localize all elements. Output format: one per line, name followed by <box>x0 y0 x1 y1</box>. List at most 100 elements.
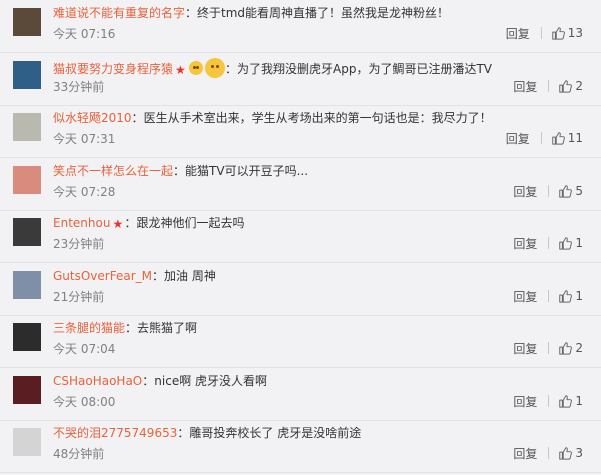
colon-separator: ： <box>124 216 137 230</box>
colon-separator: ： <box>185 6 198 20</box>
comment-actions: 回复 1 <box>513 288 583 304</box>
divider <box>540 27 542 39</box>
comment-item: 似水轻飏2010：医生从手术室出来，学生从考场出来的第一句话也是：我尽力了！ 今天… <box>0 105 601 158</box>
comment-line: 不哭的泪2775749653：雕哥投奔校长了 虎牙是没啥前途 <box>53 425 591 441</box>
comment-text: 能猫TV可以开豆子吗... <box>185 164 309 178</box>
thumbs-up-icon <box>558 394 575 408</box>
comment-line: 难道说不能有重复的名字：终于tmd能看周神直播了！虽然我是龙神粉丝！ <box>53 5 591 21</box>
avatar-image <box>13 376 41 404</box>
user-avatar[interactable] <box>13 428 41 456</box>
username-link[interactable]: 三条腿的猫能 <box>53 321 125 335</box>
reply-button[interactable]: 回复 <box>513 183 537 200</box>
user-avatar[interactable] <box>13 113 41 141</box>
divider <box>548 447 550 459</box>
user-avatar[interactable] <box>13 271 41 299</box>
divider <box>548 290 550 302</box>
comment-item: Entenhou ★：跟龙神他们一起去吗 23分钟前 回复 1 <box>0 210 601 263</box>
colon-separator: ： <box>142 374 155 388</box>
comment-line: CSHaoHaoHaO：nice啊 虎牙没人看啊 <box>53 373 591 389</box>
username-link[interactable]: 难道说不能有重复的名字 <box>53 6 185 20</box>
username-link[interactable]: CSHaoHaoHaO <box>53 374 142 388</box>
comment-text: 终于tmd能看周神直播了！虽然我是龙神粉丝！ <box>197 6 450 20</box>
comment-time: 今天 07:28 <box>53 185 116 199</box>
like-button[interactable]: 2 <box>558 79 583 93</box>
face-emoticon-big <box>205 58 226 78</box>
username-link[interactable]: 笑点不一样怎么在一起 <box>53 164 173 178</box>
comment-item: 猫叔要努力变身程序猿 ★ ：为了我翔没删虎牙App，为了鲷哥已注册潘达TV 33分钟前… <box>0 53 601 106</box>
like-button[interactable]: 11 <box>551 131 583 145</box>
comment-time: 今天 08:00 <box>53 395 116 409</box>
thumbs-up-icon <box>558 236 575 250</box>
comment-time: 21分钟前 <box>53 290 105 304</box>
like-count: 1 <box>575 394 583 408</box>
comment-actions: 回复 5 <box>513 183 583 199</box>
reply-button[interactable]: 回复 <box>506 130 530 147</box>
comment-line: 三条腿的猫能：去熊猫了啊 <box>53 320 591 336</box>
username-link[interactable]: 不哭的泪2775749653 <box>53 426 177 440</box>
comment-time: 48分钟前 <box>53 447 105 461</box>
like-button[interactable]: 3 <box>558 446 583 460</box>
comment-actions: 回复 13 <box>506 25 583 41</box>
comment-item: GutsOverFear_M：加油 周神 21分钟前 回复 1 <box>0 263 601 316</box>
comment-item: 难道说不能有重复的名字：终于tmd能看周神直播了！虽然我是龙神粉丝！ 今天 07:… <box>0 0 601 53</box>
user-avatar[interactable] <box>13 218 41 246</box>
comment-text: 去熊猫了啊 <box>137 321 198 335</box>
like-count: 2 <box>575 79 583 93</box>
user-avatar[interactable] <box>13 323 41 351</box>
comment-line: Entenhou ★：跟龙神他们一起去吗 <box>53 215 591 231</box>
comment-time: 今天 07:31 <box>53 132 116 146</box>
reply-button[interactable]: 回复 <box>513 445 537 462</box>
like-button[interactable]: 2 <box>558 341 583 355</box>
comment-time: 今天 07:04 <box>53 342 116 356</box>
thumbs-up-icon <box>551 131 568 145</box>
divider <box>548 80 550 92</box>
username-link[interactable]: Entenhou <box>53 216 110 230</box>
reply-button[interactable]: 回复 <box>513 340 537 357</box>
comment-text: nice啊 虎牙没人看啊 <box>154 374 268 388</box>
like-count: 1 <box>575 289 583 303</box>
avatar-image <box>13 166 41 194</box>
reply-button[interactable]: 回复 <box>506 25 530 42</box>
like-button[interactable]: 1 <box>558 394 583 408</box>
like-button[interactable]: 5 <box>558 184 583 198</box>
comment-actions: 回复 11 <box>506 130 583 146</box>
comment-actions: 回复 1 <box>513 235 583 251</box>
user-avatar[interactable] <box>13 8 41 36</box>
like-button[interactable]: 1 <box>558 236 583 250</box>
thumbs-up-icon <box>558 79 575 93</box>
comment-line: 似水轻飏2010：医生从手术室出来，学生从考场出来的第一句话也是：我尽力了！ <box>53 110 591 126</box>
reply-button[interactable]: 回复 <box>513 235 537 252</box>
user-avatar[interactable] <box>13 61 41 89</box>
avatar-image <box>13 271 41 299</box>
comment-time: 23分钟前 <box>53 237 105 251</box>
comment-line: 猫叔要努力变身程序猿 ★ ：为了我翔没删虎牙App，为了鲷哥已注册潘达TV <box>53 58 591 78</box>
username-link[interactable]: 似水轻飏2010 <box>53 111 132 125</box>
username-link[interactable]: 猫叔要努力变身程序猿 <box>53 62 173 76</box>
comment-text: 跟龙神他们一起去吗 <box>136 216 245 230</box>
like-count: 5 <box>575 184 583 198</box>
like-count: 1 <box>575 236 583 250</box>
like-count: 13 <box>567 26 583 40</box>
comment-line: GutsOverFear_M：加油 周神 <box>53 268 591 284</box>
reply-button[interactable]: 回复 <box>513 393 537 410</box>
user-avatar[interactable] <box>13 166 41 194</box>
thumbs-up-icon <box>558 341 575 355</box>
avatar-image <box>13 113 41 141</box>
reply-button[interactable]: 回复 <box>513 288 537 305</box>
user-avatar[interactable] <box>13 376 41 404</box>
colon-separator: ： <box>152 269 165 283</box>
divider <box>548 237 550 249</box>
like-button[interactable]: 13 <box>551 26 583 40</box>
comment-item: 三条腿的猫能：去熊猫了啊 今天 07:04 回复 2 <box>0 315 601 368</box>
avatar-image <box>13 8 41 36</box>
like-count: 11 <box>567 131 583 145</box>
comment-text: 加油 周神 <box>164 269 216 283</box>
avatar-image <box>13 218 41 246</box>
username-link[interactable]: GutsOverFear_M <box>53 269 152 283</box>
comment-time: 今天 07:16 <box>53 27 116 41</box>
like-button[interactable]: 1 <box>558 289 583 303</box>
face-emoticon-small <box>189 61 204 75</box>
comment-actions: 回复 3 <box>513 445 583 461</box>
comment-item: 不哭的泪2775749653：雕哥投奔校长了 虎牙是没啥前途 48分钟前 回复 3 <box>0 420 601 473</box>
reply-button[interactable]: 回复 <box>513 78 537 95</box>
